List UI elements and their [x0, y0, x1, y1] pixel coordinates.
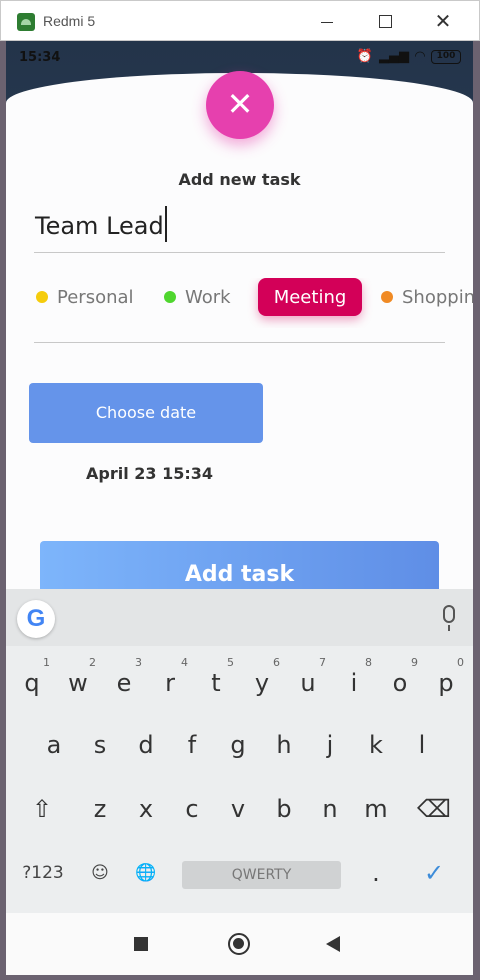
key-h[interactable]: h [262, 719, 306, 771]
back-icon[interactable] [326, 936, 340, 952]
category-work[interactable]: Work [164, 278, 231, 316]
space-bar[interactable]: QWERTY [182, 861, 341, 889]
key-s[interactable]: s [78, 719, 122, 771]
enter-check-icon[interactable]: ✓ [412, 847, 456, 899]
key-r[interactable]: r4 [148, 656, 192, 709]
window-title: Redmi 5 [43, 13, 96, 29]
phone-screen: 15:34 ⏰ ▂▄▆ ◠ 100 ✕ Add new task Team Le… [6, 41, 473, 975]
key-o[interactable]: o9 [378, 656, 422, 709]
category-label: Work [185, 286, 231, 308]
task-name-value: Team Lead [35, 212, 164, 240]
category-label: Personal [57, 286, 134, 308]
key-v[interactable]: v [216, 783, 260, 835]
android-app-icon [17, 13, 35, 31]
sheet-title: Add new task [178, 170, 301, 189]
category-shopping[interactable]: Shopping [381, 278, 473, 316]
choose-date-button[interactable]: Choose date [29, 383, 263, 443]
status-icons: ⏰ ▂▄▆ ◠ 100 [357, 49, 461, 64]
category-personal[interactable]: Personal [36, 278, 134, 316]
add-task-sheet: ✕ Add new task Team Lead Personal Work M… [6, 71, 473, 633]
key-c[interactable]: c [170, 783, 214, 835]
key-x[interactable]: x [124, 783, 168, 835]
key-e[interactable]: e3 [102, 656, 146, 709]
keyboard-toolbar: G [6, 589, 473, 646]
category-meeting[interactable]: Meeting [258, 278, 362, 316]
key-y[interactable]: y6 [240, 656, 284, 709]
signal-icon: ▂▄▆ [379, 49, 409, 64]
key-g[interactable]: g [216, 719, 260, 771]
key-z[interactable]: z [78, 783, 122, 835]
alarm-icon: ⏰ [356, 49, 373, 64]
home-icon[interactable] [228, 933, 250, 955]
key-q[interactable]: q1 [10, 656, 54, 709]
key-w[interactable]: w2 [56, 656, 100, 709]
android-nav-bar [6, 913, 473, 975]
key-a[interactable]: a [32, 719, 76, 771]
key-d[interactable]: d [124, 719, 168, 771]
maximize-button[interactable] [375, 11, 395, 31]
category-label: Shopping [402, 286, 473, 308]
soft-keyboard: G q1 w2 e3 r4 t5 y6 u7 i8 o9 p0 a s d f … [6, 589, 473, 913]
key-u[interactable]: u7 [286, 656, 330, 709]
battery-icon: 100 [431, 49, 461, 64]
backspace-key-icon[interactable]: ⌫ [412, 783, 456, 835]
google-icon[interactable]: G [17, 600, 55, 638]
key-j[interactable]: j [308, 719, 352, 771]
key-p[interactable]: p0 [424, 656, 468, 709]
personal-dot-icon [36, 291, 48, 303]
work-dot-icon [164, 291, 176, 303]
category-list: Personal Work Meeting Shopping [34, 278, 473, 328]
key-k[interactable]: k [354, 719, 398, 771]
globe-key-icon[interactable]: 🌐 [124, 847, 168, 899]
key-n[interactable]: n [308, 783, 352, 835]
symbols-key[interactable]: ?123 [18, 847, 68, 899]
emoji-key-icon[interactable]: ☺ [78, 847, 122, 899]
close-sheet-button[interactable]: ✕ [206, 71, 274, 139]
microphone-icon[interactable] [443, 605, 455, 631]
category-label: Meeting [273, 286, 347, 308]
window-titlebar: Redmi 5 ✕ [0, 0, 480, 41]
status-bar: 15:34 ⏰ ▂▄▆ ◠ 100 [6, 41, 473, 75]
selected-date: April 23 15:34 [86, 464, 214, 483]
key-t[interactable]: t5 [194, 656, 238, 709]
shift-key-icon[interactable]: ⇧ [20, 783, 64, 835]
window-close-button[interactable]: ✕ [433, 11, 453, 31]
recents-icon[interactable] [134, 937, 148, 951]
period-key[interactable]: . [354, 847, 398, 899]
key-i[interactable]: i8 [332, 656, 376, 709]
category-divider [34, 342, 445, 343]
wifi-icon: ◠ [415, 49, 425, 64]
text-caret [164, 206, 167, 242]
key-l[interactable]: l [400, 719, 444, 771]
key-m[interactable]: m [354, 783, 398, 835]
minimize-button[interactable] [317, 11, 337, 31]
key-b[interactable]: b [262, 783, 306, 835]
shopping-dot-icon [381, 291, 393, 303]
task-name-input[interactable]: Team Lead [34, 201, 445, 253]
status-time: 15:34 [19, 50, 61, 65]
key-f[interactable]: f [170, 719, 214, 771]
